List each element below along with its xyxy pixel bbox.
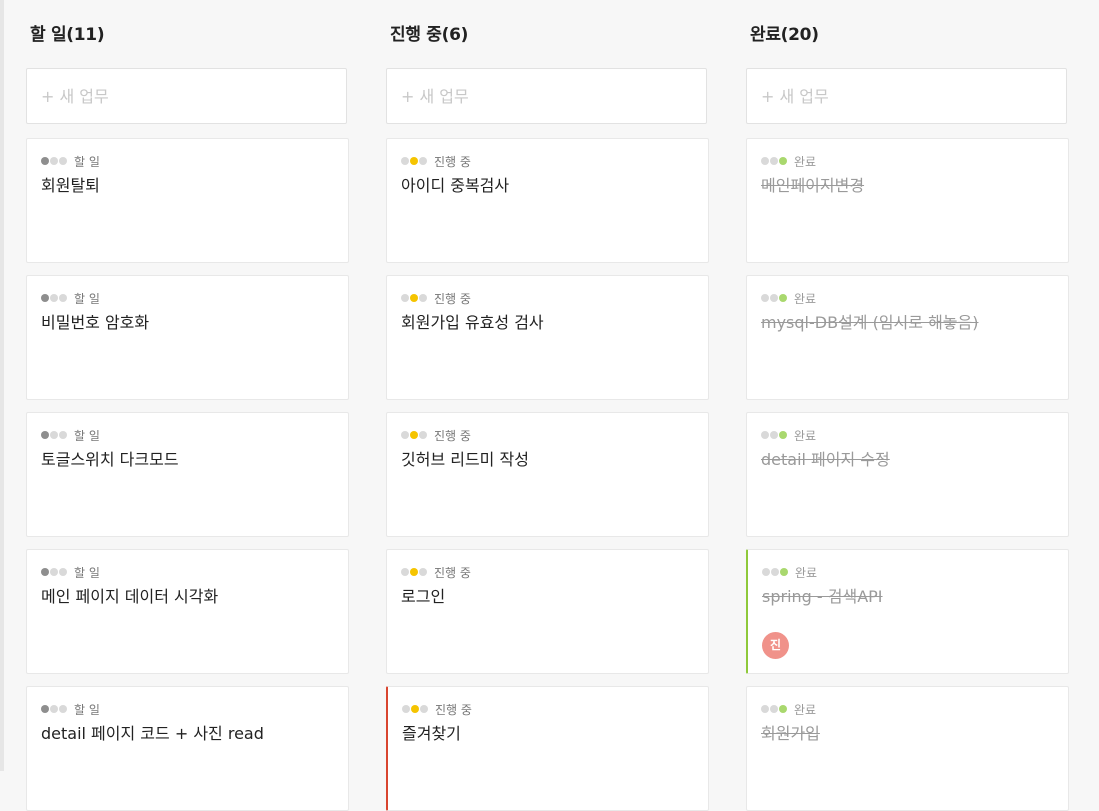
column-title: 할 일(11) [30,25,105,45]
task-card[interactable]: 완료 메인페이지변경 [746,138,1069,263]
assignee-avatar[interactable]: 진 [762,632,789,659]
status-dots-icon [401,294,428,302]
task-title: detail 페이지 코드 + 사진 read [41,724,264,743]
task-card[interactable]: 진행 중 로그인 [386,549,709,674]
status-indicator: 할 일 [41,427,334,443]
status-indicator: 진행 중 [401,427,694,443]
status-label: 완료 [794,428,817,443]
task-title: 메인 페이지 데이터 시각화 [41,587,219,606]
status-label: 할 일 [74,428,100,443]
status-dots-icon [401,431,428,439]
task-title: 아이디 중복검사 [401,176,510,195]
status-indicator: 진행 중 [402,701,694,717]
status-indicator: 진행 중 [401,290,694,306]
task-card[interactable]: 진행 중 즐겨찾기 [386,686,709,811]
status-label: 진행 중 [434,154,471,169]
status-label: 완료 [794,154,817,169]
task-title: 즐겨찾기 [402,724,461,743]
status-dots-icon [402,705,429,713]
task-card[interactable]: 완료 detail 페이지 수정 [746,412,1069,537]
task-title: 회원가입 [761,724,820,743]
status-indicator: 완료 [761,290,1054,306]
task-title: 메인페이지변경 [761,176,865,195]
status-indicator: 할 일 [41,564,334,580]
status-label: 진행 중 [434,565,471,580]
status-label: 완료 [795,565,818,580]
status-indicator: 할 일 [41,290,334,306]
status-dots-icon [41,568,68,576]
new-task-input[interactable]: + 새 업무 [26,68,347,124]
task-title: 깃허브 리드미 작성 [401,450,529,469]
status-indicator: 진행 중 [401,564,694,580]
status-indicator: 할 일 [41,701,334,717]
status-dots-icon [761,705,788,713]
status-dots-icon [41,705,68,713]
status-label: 진행 중 [435,702,472,717]
status-dots-icon [761,157,788,165]
status-label: 할 일 [74,702,100,717]
task-card[interactable]: 할 일 detail 페이지 코드 + 사진 read [26,686,349,811]
task-title: spring - 검색API [762,587,883,606]
status-dots-icon [401,157,428,165]
status-dots-icon [761,294,788,302]
task-card[interactable]: 할 일 메인 페이지 데이터 시각화 [26,549,349,674]
kanban-board: 할 일(11) + 새 업무 할 일 회원탈퇴 할 일 비밀번호 암호화 할 일… [0,0,1099,811]
status-indicator: 완료 [761,153,1054,169]
status-dots-icon [762,568,789,576]
status-label: 할 일 [74,565,100,580]
task-title: 로그인 [401,587,446,606]
status-dots-icon [761,431,788,439]
status-label: 진행 중 [434,291,471,306]
task-card[interactable]: 할 일 토글스위치 다크모드 [26,412,349,537]
status-label: 할 일 [74,154,100,169]
task-card[interactable]: 할 일 비밀번호 암호화 [26,275,349,400]
task-title: mysql-DB설계 (임시로 해놓음) [761,313,979,332]
status-label: 할 일 [74,291,100,306]
new-task-input[interactable]: + 새 업무 [386,68,707,124]
task-title: 회원가입 유효성 검사 [401,313,544,332]
status-indicator: 완료 [762,564,1054,580]
column-title: 진행 중(6) [390,25,469,45]
task-card[interactable]: 진행 중 깃허브 리드미 작성 [386,412,709,537]
task-title: 토글스위치 다크모드 [41,450,179,469]
status-dots-icon [41,431,68,439]
task-card[interactable]: 완료 mysql-DB설계 (임시로 해놓음) [746,275,1069,400]
task-title: 회원탈퇴 [41,176,100,195]
task-card[interactable]: 완료 회원가입 [746,686,1069,811]
new-task-input[interactable]: + 새 업무 [746,68,1067,124]
status-dots-icon [401,568,428,576]
task-card[interactable]: 완료 spring - 검색API 진 [746,549,1069,674]
task-card[interactable]: 할 일 회원탈퇴 [26,138,349,263]
status-label: 완료 [794,702,817,717]
task-title: 비밀번호 암호화 [41,313,150,332]
status-indicator: 할 일 [41,153,334,169]
status-label: 진행 중 [434,428,471,443]
task-card[interactable]: 진행 중 아이디 중복검사 [386,138,709,263]
task-title: detail 페이지 수정 [761,450,890,469]
status-indicator: 진행 중 [401,153,694,169]
task-card[interactable]: 진행 중 회원가입 유효성 검사 [386,275,709,400]
status-indicator: 완료 [761,427,1054,443]
column-title: 완료(20) [750,25,819,45]
status-dots-icon [41,157,68,165]
status-label: 완료 [794,291,817,306]
status-dots-icon [41,294,68,302]
status-indicator: 완료 [761,701,1054,717]
